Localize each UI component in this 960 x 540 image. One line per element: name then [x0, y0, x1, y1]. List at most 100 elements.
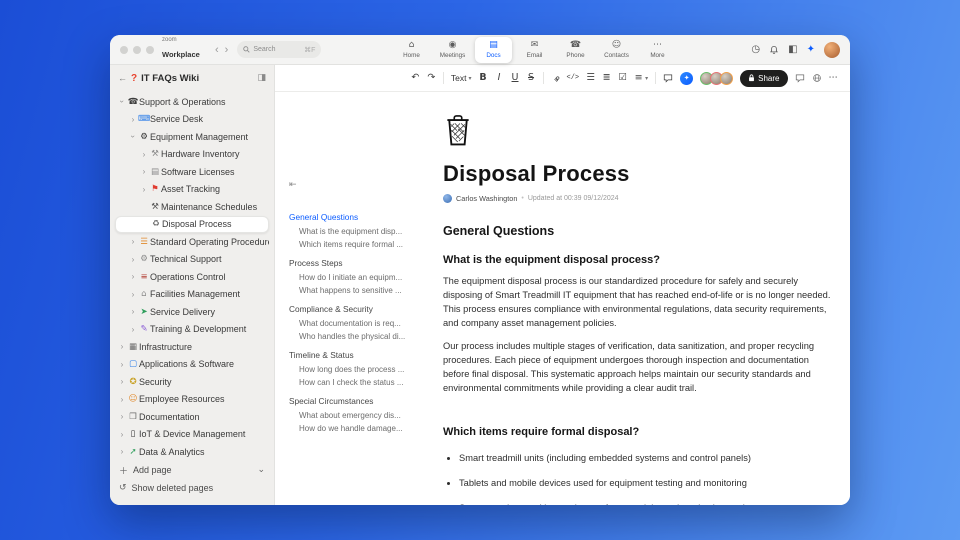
- tab-meetings[interactable]: ◉ Meetings: [434, 37, 471, 63]
- chevron-down-icon[interactable]: ›: [118, 97, 127, 107]
- comment-icon[interactable]: [663, 73, 673, 83]
- redo-icon[interactable]: ↷: [427, 73, 436, 83]
- outline-section-general-questions[interactable]: General Questions: [289, 212, 407, 222]
- share-button[interactable]: Share: [740, 69, 788, 87]
- bullet-list-icon[interactable]: ☰: [586, 73, 595, 83]
- sidebar-item-facilities-management[interactable]: › ⌂ Facilities Management: [115, 286, 269, 304]
- sidebar-item-asset-tracking[interactable]: › ⚑ Asset Tracking: [115, 181, 269, 199]
- outline-item[interactable]: What about emergency dis...: [289, 411, 407, 420]
- tab-docs[interactable]: ▤ Docs: [475, 37, 512, 63]
- underline-button[interactable]: U: [511, 73, 520, 83]
- paragraph-1[interactable]: The equipment disposal process is our st…: [443, 275, 834, 331]
- outline-item[interactable]: What happens to sensitive ...: [289, 286, 407, 295]
- tab-email[interactable]: ✉ Email: [516, 37, 553, 63]
- sidebar-item-service-delivery[interactable]: › ➤ Service Delivery: [115, 303, 269, 321]
- add-page-button[interactable]: ＋ Add page ⌄: [115, 461, 269, 479]
- text-style-dropdown[interactable]: Text ▾: [451, 73, 472, 83]
- chevron-right-icon[interactable]: ›: [139, 150, 149, 159]
- comments-panel-icon[interactable]: [795, 73, 805, 83]
- chevron-right-icon[interactable]: ›: [139, 167, 149, 176]
- user-avatar[interactable]: [824, 42, 840, 58]
- chevron-right-icon[interactable]: ›: [117, 447, 127, 456]
- outline-item[interactable]: Which items require formal ...: [289, 240, 407, 249]
- bullet-item[interactable]: Servers and networking equipment from te…: [459, 502, 834, 505]
- outline-item[interactable]: How do we handle damage...: [289, 424, 407, 433]
- sidebar-item-applications-software[interactable]: › ▢ Applications & Software: [115, 356, 269, 374]
- collapse-outline-icon[interactable]: ⇤: [289, 180, 407, 190]
- sidebar-item-standard-operating-procedures[interactable]: › ☰ Standard Operating Procedures: [115, 233, 269, 251]
- chevron-right-icon[interactable]: ›: [128, 115, 138, 124]
- sidebar-item-infrastructure[interactable]: › ▦ Infrastructure: [115, 338, 269, 356]
- nav-back-button[interactable]: ‹: [212, 44, 222, 56]
- link-icon[interactable]: [551, 74, 560, 83]
- chevron-right-icon[interactable]: ›: [117, 412, 127, 421]
- question-heading-1[interactable]: What is the equipment disposal process?: [443, 254, 834, 266]
- bold-button[interactable]: B: [479, 73, 488, 83]
- strikethrough-button[interactable]: S: [527, 73, 536, 83]
- paragraph-2[interactable]: Our process includes multiple stages of …: [443, 340, 834, 396]
- collapse-sidebar-icon[interactable]: ◨: [257, 73, 266, 83]
- outline-item[interactable]: How long does the process ...: [289, 365, 407, 374]
- section-heading[interactable]: General Questions: [443, 224, 834, 238]
- sidebar-item-training-development[interactable]: › ✎ Training & Development: [115, 321, 269, 339]
- chevron-right-icon[interactable]: ›: [139, 185, 149, 194]
- sidebar-item-software-licenses[interactable]: › ▤ Software Licenses: [115, 163, 269, 181]
- outline-item[interactable]: What is the equipment disp...: [289, 227, 407, 236]
- chevron-right-icon[interactable]: ›: [128, 307, 138, 316]
- sidebar-item-iot-device-management[interactable]: › ▯ IoT & Device Management: [115, 426, 269, 444]
- numbered-list-icon[interactable]: ≣: [602, 73, 611, 83]
- outline-section-special-circumstances[interactable]: Special Circumstances: [289, 396, 407, 406]
- sidebar-item-hardware-inventory[interactable]: › ⚒ Hardware Inventory: [115, 146, 269, 164]
- outline-section-process-steps[interactable]: Process Steps: [289, 258, 407, 268]
- chevron-right-icon[interactable]: ›: [117, 430, 127, 439]
- code-icon[interactable]: </>: [567, 74, 580, 82]
- tab-phone[interactable]: ☎ Phone: [557, 37, 594, 63]
- chevron-right-icon[interactable]: ›: [117, 342, 127, 351]
- sidebar-item-operations-control[interactable]: › ≡ Operations Control: [115, 268, 269, 286]
- sidebar-item-data-analytics[interactable]: › ➚ Data & Analytics: [115, 443, 269, 459]
- chevron-down-icon[interactable]: ›: [129, 132, 138, 142]
- chevron-down-icon[interactable]: ⌄: [257, 465, 265, 475]
- chevron-right-icon[interactable]: ›: [117, 377, 127, 386]
- sidebar-item-equipment-management[interactable]: › ⚙ Equipment Management: [115, 128, 269, 146]
- outline-item[interactable]: How can I check the status ...: [289, 378, 407, 387]
- chevron-right-icon[interactable]: ›: [128, 237, 138, 246]
- outline-section-compliance-security[interactable]: Compliance & Security: [289, 304, 407, 314]
- chevron-right-icon[interactable]: ›: [128, 325, 138, 334]
- outline-section-timeline-status[interactable]: Timeline & Status: [289, 350, 407, 360]
- tab-contacts[interactable]: ☺ Contacts: [598, 37, 635, 63]
- collaborator-avatar[interactable]: [720, 71, 734, 85]
- sidebar-item-disposal-process[interactable]: ♻ Disposal Process: [115, 215, 269, 233]
- globe-icon[interactable]: [812, 73, 822, 83]
- add-new-icon[interactable]: ✦: [807, 45, 815, 55]
- sidebar-item-documentation[interactable]: › ❒ Documentation: [115, 408, 269, 426]
- more-options-icon[interactable]: ⋯: [829, 73, 839, 83]
- chevron-right-icon[interactable]: ›: [128, 255, 138, 264]
- bullet-item[interactable]: Tablets and mobile devices used for equi…: [459, 477, 834, 490]
- sidebar-item-technical-support[interactable]: › ⚙ Technical Support: [115, 251, 269, 269]
- sidebar-item-support-operations[interactable]: › ☎ Support & Operations: [115, 93, 269, 111]
- italic-button[interactable]: I: [495, 73, 504, 83]
- sidebar-item-employee-resources[interactable]: › ☺ Employee Resources: [115, 391, 269, 409]
- outline-item[interactable]: Who handles the physical di...: [289, 332, 407, 341]
- tab-more[interactable]: ⋯ More: [639, 37, 676, 63]
- nav-forward-button[interactable]: ›: [222, 44, 232, 56]
- side-panel-icon[interactable]: ◧: [788, 45, 797, 55]
- outline-item[interactable]: What documentation is req...: [289, 319, 407, 328]
- sidebar-back-icon[interactable]: ←: [118, 73, 127, 83]
- bell-icon[interactable]: [769, 45, 779, 55]
- history-icon[interactable]: ◷: [751, 45, 760, 55]
- chevron-right-icon[interactable]: ›: [117, 395, 127, 404]
- sidebar-item-maintenance-schedules[interactable]: ⚒ Maintenance Schedules: [115, 198, 269, 216]
- chevron-right-icon[interactable]: ›: [117, 360, 127, 369]
- chevron-right-icon[interactable]: ›: [128, 272, 138, 281]
- show-deleted-pages-button[interactable]: ↺ Show deleted pages: [115, 479, 269, 497]
- outline-item[interactable]: How do I initiate an equipm...: [289, 273, 407, 282]
- global-search-input[interactable]: Search ⌘F: [237, 41, 322, 58]
- ai-companion-button[interactable]: ✦: [680, 71, 694, 85]
- sidebar-item-security[interactable]: › ✪ Security: [115, 373, 269, 391]
- close-window-button[interactable]: [120, 45, 128, 54]
- page-title[interactable]: Disposal Process: [443, 161, 834, 187]
- document-editor[interactable]: Disposal Process Carlos Washington • Upd…: [411, 92, 850, 505]
- tab-home[interactable]: ⌂ Home: [393, 37, 430, 63]
